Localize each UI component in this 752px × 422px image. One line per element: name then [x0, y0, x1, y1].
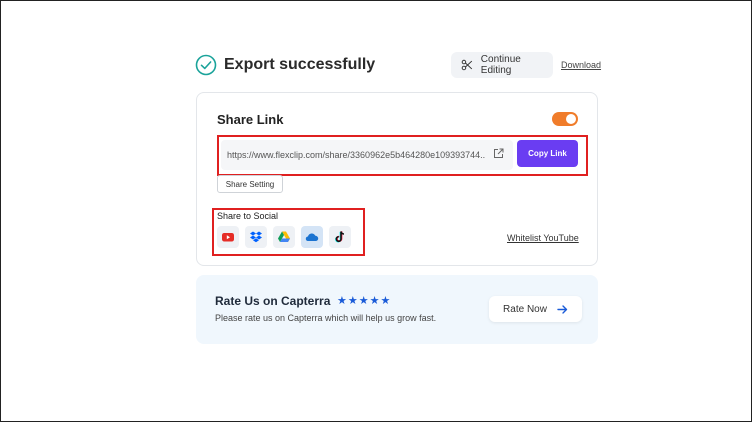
download-link[interactable]: Download — [561, 60, 601, 70]
rate-description: Please rate us on Capterra which will he… — [215, 313, 437, 323]
arrow-right-icon — [557, 304, 568, 314]
rate-title: Rate Us on Capterra — [215, 294, 331, 308]
continue-editing-button[interactable]: Continue Editing — [451, 52, 553, 78]
scissors-icon — [461, 59, 473, 71]
copy-link-button[interactable]: Copy Link — [517, 140, 578, 167]
toggle-knob — [566, 114, 576, 124]
share-link-title: Share Link — [217, 112, 284, 127]
link-row-highlight: Copy Link — [217, 135, 588, 176]
dropbox-icon — [250, 231, 262, 243]
tiktok-share-button[interactable] — [329, 226, 351, 248]
social-icons-row — [217, 226, 351, 248]
rate-capterra-card: Rate Us on Capterra ★★★★★ Please rate us… — [196, 275, 598, 344]
whitelist-youtube-link[interactable]: Whitelist YouTube — [507, 233, 579, 243]
rate-now-button[interactable]: Rate Now — [489, 296, 582, 322]
page-title: Export successfully — [224, 56, 376, 73]
google-drive-share-button[interactable] — [273, 226, 295, 248]
dropbox-share-button[interactable] — [245, 226, 267, 248]
youtube-share-button[interactable] — [217, 226, 239, 248]
youtube-icon — [222, 233, 234, 242]
share-link-input[interactable] — [221, 140, 513, 170]
rating-stars: ★★★★★ — [337, 295, 392, 307]
external-link-icon[interactable] — [493, 148, 504, 159]
continue-editing-label: Continue Editing — [480, 54, 521, 76]
check-circle-icon — [195, 54, 217, 76]
onedrive-icon — [305, 233, 319, 241]
share-link-toggle[interactable] — [552, 112, 578, 126]
share-setting-button[interactable]: Share Setting — [217, 175, 283, 193]
share-to-social-label: Share to Social — [217, 211, 279, 221]
tiktok-icon — [335, 231, 345, 243]
social-row-highlight: Share to Social — [212, 208, 365, 256]
onedrive-share-button[interactable] — [301, 226, 323, 248]
share-link-card: Share Link Copy Link Share Setting Share… — [196, 92, 598, 266]
rate-now-label: Rate Now — [503, 303, 547, 315]
export-header: Export successfully Continue Editing Dow… — [195, 52, 601, 80]
google-drive-icon — [278, 231, 290, 242]
